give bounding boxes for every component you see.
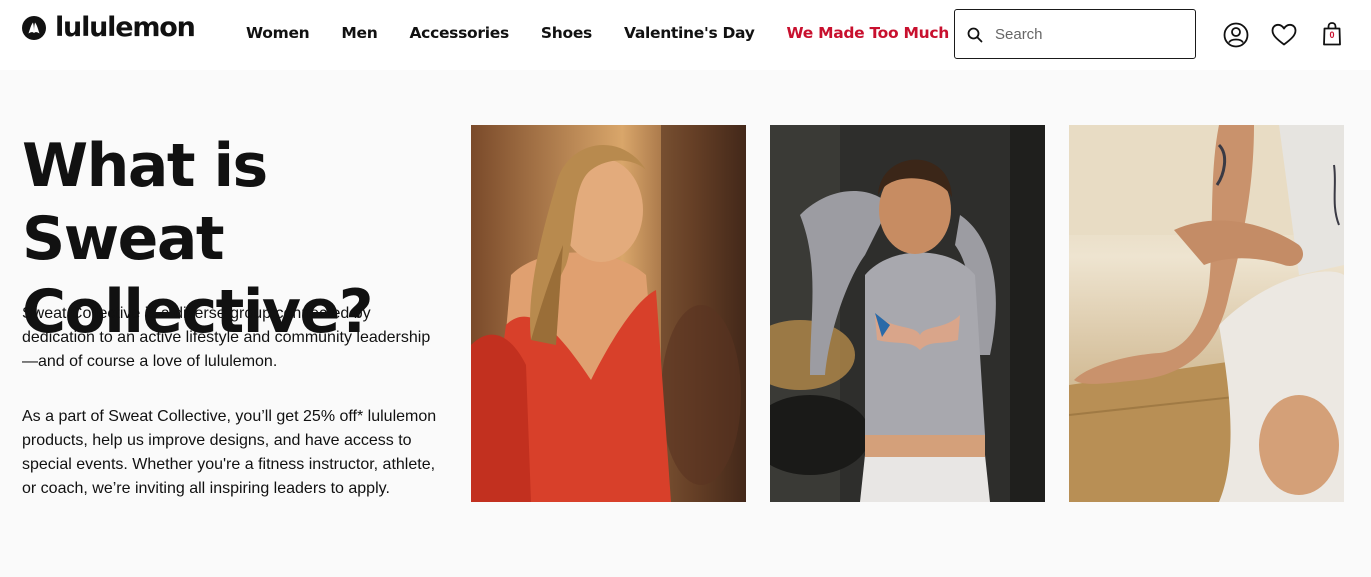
heart-icon[interactable] (1271, 23, 1297, 47)
benefits-paragraph: As a part of Sweat Collective, you’ll ge… (22, 408, 437, 497)
main-nav: Women Men Accessories Shoes Valentine's … (246, 24, 949, 42)
photo-woman-grey-top (770, 125, 1045, 502)
photo-man-stretching (1069, 125, 1344, 502)
site-header: lululemon Women Men Accessories Shoes Va… (0, 0, 1371, 70)
search-box[interactable] (954, 9, 1196, 59)
search-icon (967, 27, 983, 43)
nav-item-women[interactable]: Women (246, 24, 310, 42)
bag-button[interactable]: 0 (1320, 21, 1344, 47)
nav-item-valentines-day[interactable]: Valentine's Day (624, 24, 755, 42)
nav-item-shoes[interactable]: Shoes (541, 24, 592, 42)
nav-item-men[interactable]: Men (341, 24, 377, 42)
brand-logo[interactable]: lululemon (22, 12, 196, 43)
intro-paragraph: Sweat Collective is a diverse group conn… (22, 305, 431, 370)
lululemon-logo-icon (22, 15, 46, 40)
nav-item-we-made-too-much[interactable]: We Made Too Much (787, 24, 950, 42)
photo-woman-red-top (471, 125, 746, 502)
brand-name: lululemon (55, 12, 196, 43)
nav-item-accessories[interactable]: Accessories (409, 24, 509, 42)
bag-count-badge: 0 (1329, 30, 1335, 40)
search-input[interactable] (995, 22, 1185, 46)
account-icon[interactable] (1223, 22, 1249, 48)
